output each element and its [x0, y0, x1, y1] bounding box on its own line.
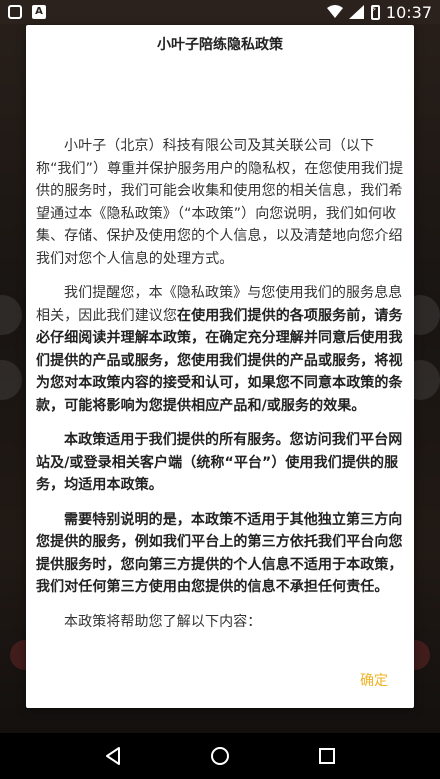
policy-paragraph: 本政策适用于我们提供的所有服务。您访问我们平台网站及/或登录相关客户端（统称“平…	[36, 429, 404, 497]
policy-paragraph: 本政策将帮助您了解以下内容：	[36, 611, 404, 634]
privacy-policy-dialog: 小叶子陪练隐私政策 小叶子（北京）科技有限公司及其关联公司（以下称“我们”）尊重…	[26, 25, 414, 708]
policy-content: 小叶子（北京）科技有限公司及其关联公司（以下称“我们”）尊重并保护服务用户的隐私…	[26, 63, 414, 633]
navigation-bar	[0, 733, 440, 779]
policy-content-scroll[interactable]: 小叶子（北京）科技有限公司及其关联公司（以下称“我们”）尊重并保护服务用户的隐私…	[26, 63, 414, 673]
battery-charging-icon	[370, 4, 380, 20]
home-button[interactable]	[208, 744, 232, 768]
wifi-icon	[326, 5, 343, 18]
status-bar: A 10:37	[0, 0, 440, 24]
notification-square-icon	[8, 5, 22, 19]
policy-paragraph: 需要特别说明的是，本政策不适用于其他独立第三方向您提供的服务，例如我们平台上的第…	[36, 509, 404, 599]
policy-text: 小叶子（北京）科技有限公司及其关联公司（以下称“我们”）尊重并保护服务用户的隐私…	[36, 138, 404, 267]
policy-paragraph: 小叶子（北京）科技有限公司及其关联公司（以下称“我们”）尊重并保护服务用户的隐私…	[36, 135, 404, 270]
status-time: 10:37	[385, 2, 432, 22]
a-notification-icon: A	[32, 5, 46, 19]
recents-icon	[318, 748, 335, 764]
home-icon	[210, 747, 229, 765]
policy-text-bold: 需要特别说明的是，本政策不适用于其他独立第三方向您提供的服务，例如我们平台上的第…	[36, 511, 403, 596]
confirm-button[interactable]: 确定	[360, 670, 388, 690]
signal-icon	[348, 5, 364, 19]
policy-paragraph: 我们提醒您，本《隐私政策》与您使用我们的服务息息相关，因此我们建议您在使用我们提…	[36, 282, 404, 417]
policy-text: 本政策将帮助您了解以下内容：	[64, 613, 262, 630]
policy-text-bold: 本政策适用于我们提供的所有服务。您访问我们平台网站及/或登录相关客户端（统称“平…	[36, 432, 403, 493]
dialog-title: 小叶子陪练隐私政策	[157, 37, 283, 53]
recents-button[interactable]	[315, 744, 339, 768]
back-button[interactable]	[101, 744, 125, 768]
back-icon	[106, 747, 121, 765]
scroll-fade	[26, 643, 414, 673]
